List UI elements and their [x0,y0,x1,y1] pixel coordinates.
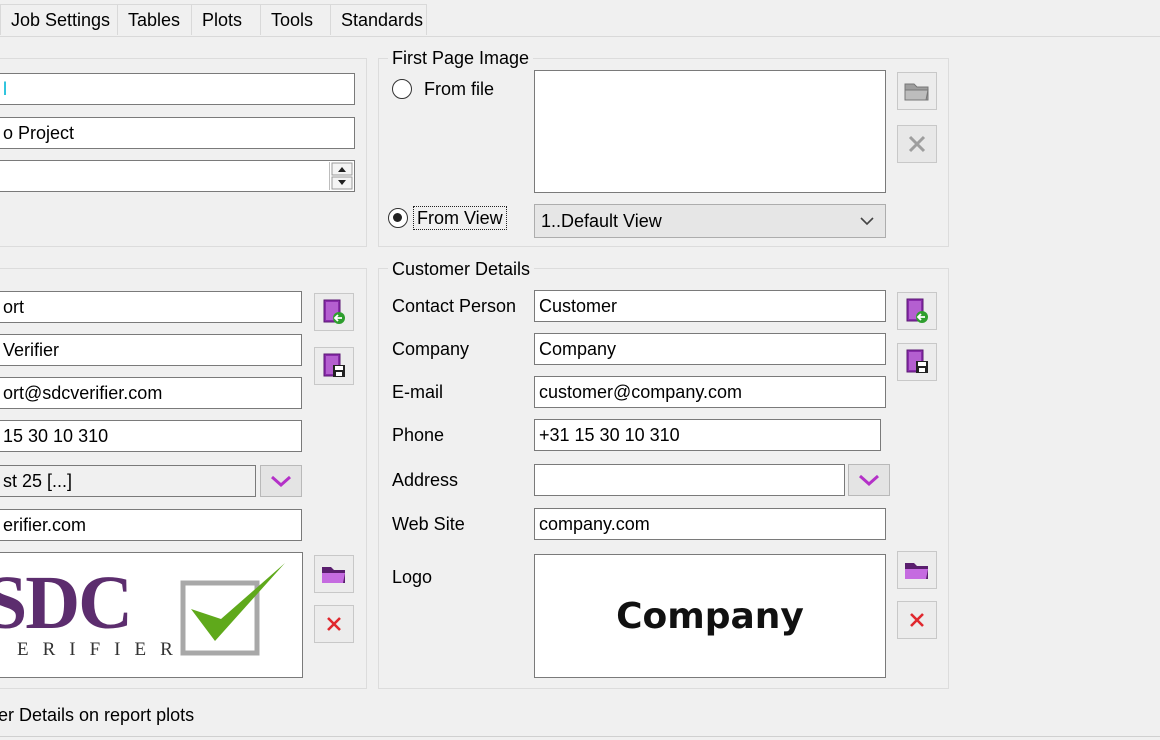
save-contact-button[interactable] [314,347,354,385]
customer-logo-preview: Company [534,554,886,678]
contact-book-save-icon [323,353,345,377]
tab-bar: Job Settings Tables Plots Tools Standard… [0,0,1160,37]
import-customer-button[interactable] [897,292,937,330]
website-label: Web Site [392,514,465,534]
contractor-phone-field[interactable]: 15 30 10 310 [0,420,302,452]
contractor-website-field[interactable]: erifier.com [0,509,302,541]
project-field-1[interactable]: l [0,73,355,105]
from-file-radio[interactable] [392,79,412,99]
contractor-address-field[interactable]: st 25 [...] [0,465,256,497]
browse-image-button[interactable] [897,72,937,110]
bottom-divider [0,736,1160,737]
clear-image-button[interactable] [897,125,937,163]
import-contact-button[interactable] [314,293,354,331]
project-number-field[interactable] [0,160,355,192]
from-file-label[interactable]: From file [424,78,494,100]
close-icon [910,613,924,627]
tab-standards[interactable]: Standards [330,4,427,35]
checkmark-logo-icon [180,563,285,656]
close-icon [327,617,341,631]
browse-customer-logo-button[interactable] [897,551,937,589]
show-details-checkbox-label[interactable]: er Details on report plots [0,704,194,726]
phone-label: Phone [392,425,445,445]
spinner-arrows-icon [331,162,353,190]
contractor-email-field[interactable]: ort@sdcverifier.com [0,377,302,409]
folder-icon [322,567,345,583]
tab-tools[interactable]: Tools [260,4,331,35]
clear-customer-logo-button[interactable] [897,601,937,639]
contact-person-field[interactable]: Customer [534,290,886,322]
project-name-field[interactable]: o Project [0,117,355,149]
folder-icon [905,563,928,579]
chevron-down-purple-icon [271,475,291,488]
first-page-image-preview [534,70,886,193]
contractor-logo-subtext: ERIFIER [17,639,187,660]
contact-book-import-icon [323,299,345,324]
browse-contractor-logo-button[interactable] [314,555,354,593]
contractor-name-field[interactable]: ort [0,291,302,323]
numeric-spinner[interactable] [329,162,354,190]
contact-person-label: Contact Person [392,296,517,316]
chevron-down-purple-icon [859,474,879,487]
view-select-value: 1..Default View [541,211,662,231]
email-field[interactable]: customer@company.com [534,376,886,408]
address-dropdown[interactable] [848,464,890,496]
logo-label: Logo [392,567,433,587]
address-label: Address [392,470,459,490]
tab-tables[interactable]: Tables [117,4,192,35]
address-field[interactable] [534,464,845,496]
from-view-radio[interactable] [388,208,408,228]
contact-book-import-icon [906,298,928,323]
email-label: E-mail [392,382,444,402]
phone-field[interactable]: +31 15 30 10 310 [534,419,881,451]
save-customer-button[interactable] [897,343,937,381]
contractor-address-dropdown[interactable] [260,465,302,497]
contractor-logo-text: SDC [0,561,133,645]
customer-details-legend: Customer Details [388,259,535,279]
from-view-label[interactable]: From View [413,206,507,230]
tab-job-settings[interactable]: Job Settings [0,4,118,35]
company-field[interactable]: Company [534,333,886,365]
close-gray-icon [908,135,926,153]
folder-gray-icon [904,83,929,101]
first-page-image-legend: First Page Image [388,48,534,68]
clear-contractor-logo-button[interactable] [314,605,354,643]
customer-logo-text: Company [616,595,804,637]
company-label: Company [392,339,470,359]
website-field[interactable]: company.com [534,508,886,540]
tab-plots[interactable]: Plots [191,4,261,35]
contact-book-save-icon [906,349,928,373]
chevron-down-icon [860,217,874,226]
contractor-logo-preview: SDC ERIFIER [0,552,303,678]
view-select[interactable]: 1..Default View [534,204,886,238]
contractor-company-field[interactable]: Verifier [0,334,302,366]
